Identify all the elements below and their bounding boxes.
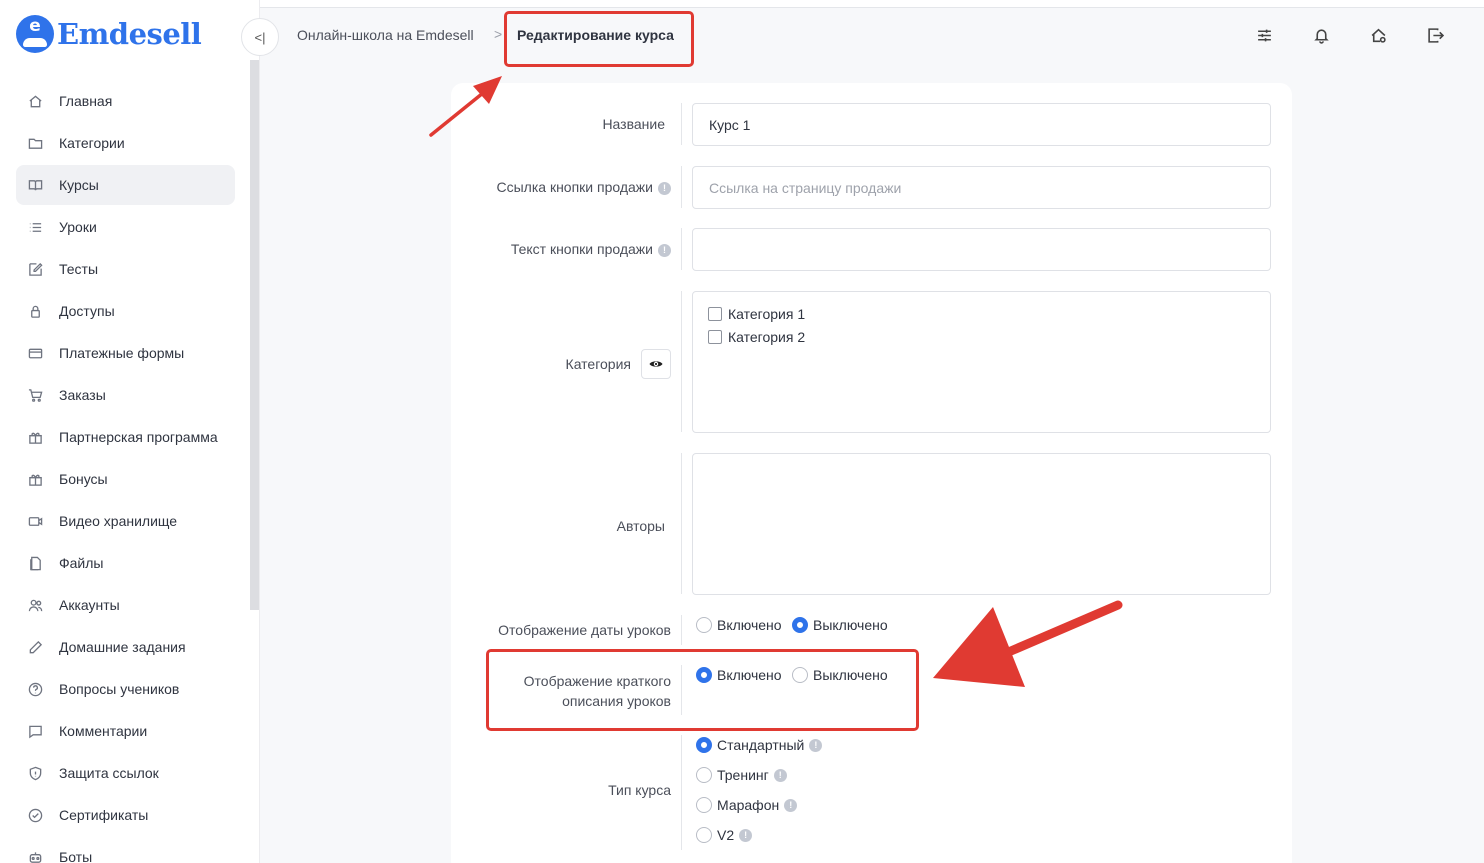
annotation-arrows — [429, 76, 1123, 687]
arrow-to-short-desc-icon — [933, 600, 1123, 687]
arrow-to-breadcrumb-icon — [429, 76, 502, 137]
